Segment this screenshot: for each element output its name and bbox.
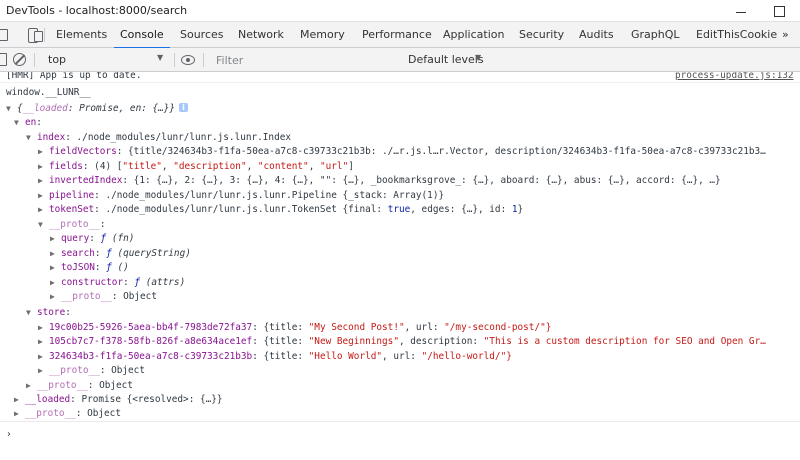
tree-row[interactable]: ▶ tokenSet: ./node_modules/lunr/lunr.js.l… — [38, 203, 523, 217]
tab-sources[interactable]: Sources — [180, 22, 224, 48]
tree-row[interactable]: ▶ __proto__: Object — [14, 407, 121, 421]
console-prompt-icon[interactable]: › — [6, 428, 12, 442]
log-levels-dropdown[interactable]: Default levels ▼ — [406, 51, 506, 69]
console-message: [HMR] App is up to date. process-update.… — [0, 72, 800, 83]
tree-row[interactable]: ▶ query: ƒ (fn) — [50, 232, 134, 246]
filter-input[interactable] — [212, 51, 396, 69]
tab-audits[interactable]: Audits — [579, 22, 614, 48]
toolbar-divider — [203, 53, 204, 67]
tab-network[interactable]: Network — [238, 22, 284, 48]
expand-arrow-icon: ▶ — [38, 352, 43, 361]
tree-row[interactable]: ▼ __proto__: — [38, 218, 105, 232]
info-badge-icon — [179, 101, 189, 115]
expand-arrow-icon: ▶ — [50, 234, 55, 243]
tree-row[interactable]: ▶ __loaded: Promise {<resolved>: {…}} — [14, 393, 223, 407]
tree-row[interactable]: ▶ search: ƒ (queryString) — [50, 247, 191, 261]
expand-arrow-icon: ▶ — [38, 337, 43, 346]
expand-arrow-icon: ▶ — [50, 249, 55, 258]
tree-row[interactable]: ▶ 19c00b25-5926-5aea-bb4f-7983de72fa37: {… — [38, 321, 551, 335]
console-message-text: [HMR] App is up to date. — [6, 72, 142, 81]
expand-arrow-icon: ▼ — [26, 308, 31, 317]
tab-security[interactable]: Security — [519, 22, 564, 48]
toolbar-divider — [174, 53, 175, 67]
expand-arrow-icon: ▶ — [38, 366, 43, 375]
expand-arrow-icon: ▶ — [14, 395, 19, 404]
expand-arrow-icon: ▶ — [38, 162, 43, 171]
caret-down-icon: ▼ — [475, 53, 482, 62]
device-toolbar-icon[interactable] — [22, 22, 44, 48]
more-tabs-button[interactable]: » — [782, 22, 789, 48]
toolbar-divider — [34, 53, 35, 67]
maximize-icon[interactable] — [764, 1, 794, 21]
tree-row[interactable]: ▶ invertedIndex: {1: {…}, 2: {…}, 3: {…},… — [38, 174, 721, 188]
tab-console[interactable]: Console — [114, 22, 170, 49]
expand-arrow-icon: ▶ — [38, 176, 43, 185]
tree-row[interactable]: ▶ constructor: ƒ (attrs) — [50, 276, 185, 290]
expand-arrow-icon: ▶ — [50, 292, 55, 301]
source-link[interactable]: process-update.js:132 — [675, 72, 794, 83]
tree-row[interactable]: ▼ store: — [26, 306, 71, 320]
devtools-tabbar: Elements Console Sources Network Memory … — [0, 22, 800, 49]
console-toolbar: top ▼ Default levels ▼ — [0, 48, 800, 72]
tab-memory[interactable]: Memory — [300, 22, 345, 48]
tab-application[interactable]: Application — [443, 22, 504, 48]
tree-row[interactable]: ▶ __proto__: Object — [26, 379, 133, 393]
tab-performance[interactable]: Performance — [362, 22, 432, 48]
tab-editthiscookie[interactable]: EditThisCookie — [696, 22, 777, 48]
context-selector-value: top — [48, 53, 67, 66]
tree-row[interactable]: ▶ pipeline: ./node_modules/lunr/lunr.js.l… — [38, 189, 444, 203]
expand-arrow-icon: ▶ — [38, 191, 43, 200]
expand-arrow-icon: ▶ — [14, 409, 19, 418]
tab-elements[interactable]: Elements — [56, 22, 107, 48]
expand-arrow-icon: ▶ — [50, 263, 55, 272]
clear-console-icon[interactable] — [13, 53, 26, 66]
expand-arrow-icon: ▶ — [26, 381, 31, 390]
tree-row[interactable]: ▼ en: — [14, 116, 42, 130]
tree-row[interactable]: ▶ 105cb7c7-f378-58fb-826f-a8e634ace1ef: {… — [38, 335, 766, 349]
expand-arrow-icon: ▶ — [38, 147, 43, 156]
tree-row[interactable]: ▶ __proto__: Object — [50, 290, 157, 304]
caret-down-icon: ▼ — [157, 53, 164, 62]
console-command: window.__LUNR__ — [6, 87, 91, 98]
expand-arrow-icon: ▶ — [38, 205, 43, 214]
inspect-element-icon[interactable] — [0, 22, 20, 48]
window-titlebar: DevTools - localhost:8000/search — [0, 0, 800, 22]
tree-row[interactable]: ▶ __proto__: Object — [38, 364, 145, 378]
console-input-line: window.__LUNR__ — [6, 86, 91, 100]
tabbar-divider — [44, 28, 45, 42]
console-output: [HMR] App is up to date. process-update.… — [0, 72, 800, 460]
expand-arrow-icon: ▼ — [26, 133, 31, 142]
window-title: DevTools - localhost:8000/search — [6, 4, 188, 17]
expand-arrow-icon: ▼ — [38, 220, 43, 229]
expand-arrow-icon: ▼ — [6, 104, 11, 113]
tree-row[interactable]: ▶ toJSON: ƒ () — [50, 261, 129, 275]
console-divider — [0, 421, 800, 422]
expand-arrow-icon: ▶ — [38, 323, 43, 332]
expand-arrow-icon: ▼ — [14, 118, 19, 127]
sidebar-toggle-icon[interactable] — [0, 53, 7, 66]
tree-row[interactable]: ▶ fields: (4) ["title", "description", "c… — [38, 160, 354, 174]
tree-row[interactable]: ▼ index: ./node_modules/lunr/lunr.js.lunr… — [26, 131, 291, 145]
expand-arrow-icon: ▶ — [50, 278, 55, 287]
log-levels-value: Default levels — [408, 53, 484, 66]
minimize-icon[interactable] — [726, 1, 756, 21]
tab-graphql[interactable]: GraphQL — [631, 22, 680, 48]
tree-row[interactable]: ▶ fieldVectors: {title/324634b3-f1fa-50ea… — [38, 145, 766, 159]
tree-row[interactable]: ▶ 324634b3-f1fa-50ea-a7c8-c39733c21b3b: {… — [38, 350, 512, 364]
tree-row[interactable]: ▼ {__loaded: Promise, en: {…}} — [6, 101, 189, 116]
live-expression-eye-icon[interactable] — [181, 55, 195, 65]
context-selector[interactable]: top ▼ — [40, 51, 170, 69]
